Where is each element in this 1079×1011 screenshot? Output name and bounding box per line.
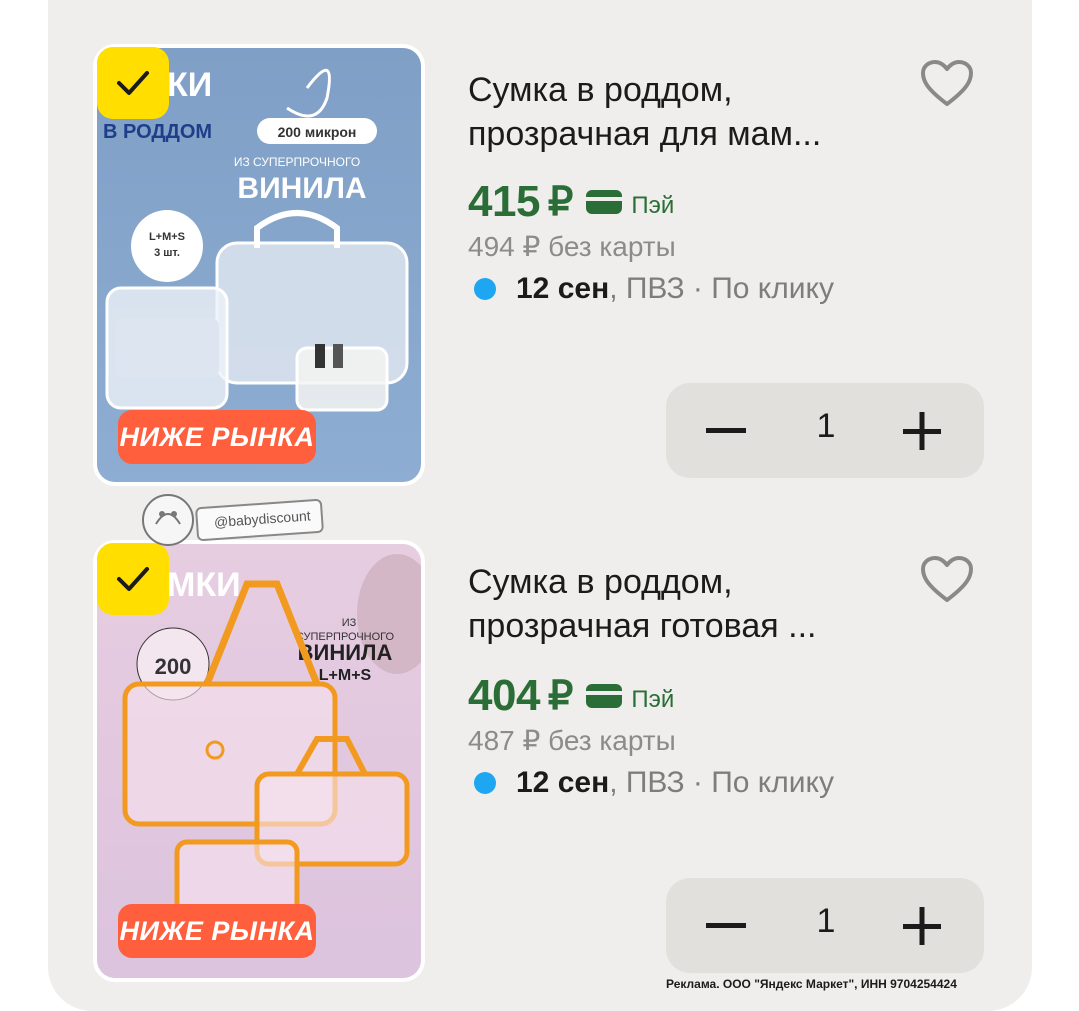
card-icon bbox=[585, 683, 623, 709]
delivery-date: 12 сен bbox=[516, 766, 610, 799]
quantity-stepper: 1 bbox=[666, 383, 984, 478]
decrease-button[interactable] bbox=[706, 413, 746, 449]
svg-text:В РОДДОМ: В РОДДОМ bbox=[103, 121, 212, 143]
price: 404 bbox=[468, 671, 540, 720]
watermark-text: @babydiscount bbox=[213, 507, 312, 531]
svg-text:200 микрон: 200 микрон bbox=[278, 124, 357, 140]
below-market-badge: НИЖЕ РЫНКА bbox=[118, 410, 316, 464]
select-checkbox[interactable] bbox=[97, 543, 169, 615]
price: 415 bbox=[468, 177, 540, 226]
below-market-badge: НИЖЕ РЫНКА bbox=[118, 904, 316, 958]
product-card: МКИ ИЗ СУПЕРПРОЧНОГО ВИНИЛА L+M+S 200 НИ… bbox=[0, 540, 1079, 1000]
minus-icon bbox=[706, 428, 746, 433]
delivery-details: , ПВЗ · По клику bbox=[609, 272, 834, 305]
quantity-stepper: 1 bbox=[666, 878, 984, 973]
card-icon bbox=[585, 189, 623, 215]
delivery-dot-icon bbox=[474, 772, 496, 794]
plus-icon bbox=[903, 412, 941, 450]
svg-text:L+M+S: L+M+S bbox=[149, 231, 185, 243]
svg-text:L+M+S: L+M+S bbox=[319, 667, 372, 684]
svg-text:МКИ: МКИ bbox=[167, 566, 241, 604]
product-title[interactable]: Сумка в роддом, прозрачная готовая ... bbox=[468, 560, 908, 648]
minus-icon bbox=[706, 923, 746, 928]
svg-text:3 шт.: 3 шт. bbox=[154, 247, 180, 259]
svg-text:ВИНИЛА: ВИНИЛА bbox=[237, 172, 366, 205]
price-row: 404 ₽ Пэй bbox=[468, 670, 674, 722]
favorite-button[interactable] bbox=[915, 56, 979, 112]
svg-text:ИЗ: ИЗ bbox=[342, 617, 357, 629]
increase-button[interactable] bbox=[902, 906, 942, 946]
decrease-button[interactable] bbox=[706, 908, 746, 944]
delivery-info: 12 сен , ПВЗ · По клику bbox=[474, 272, 834, 306]
increase-button[interactable] bbox=[902, 411, 942, 451]
product-title[interactable]: Сумка в роддом, прозрачная для мам... bbox=[468, 68, 908, 156]
price-row: 415 ₽ Пэй bbox=[468, 176, 674, 228]
old-price: 487 ₽ без карты bbox=[468, 725, 676, 756]
currency: ₽ bbox=[547, 180, 574, 224]
quantity-value: 1 bbox=[816, 407, 836, 445]
currency: ₽ bbox=[547, 674, 574, 718]
watermark: @babydiscount bbox=[140, 490, 340, 550]
svg-text:ИЗ СУПЕРПРОЧНОГО: ИЗ СУПЕРПРОЧНОГО bbox=[234, 155, 360, 169]
favorite-button[interactable] bbox=[915, 552, 979, 608]
delivery-info: 12 сен , ПВЗ · По клику bbox=[474, 766, 834, 800]
checkmark-icon bbox=[117, 567, 149, 591]
plus-icon bbox=[903, 907, 941, 945]
pay-label: Пэй bbox=[631, 686, 675, 713]
svg-text:200: 200 bbox=[155, 654, 192, 679]
svg-text:ВИНИЛА: ВИНИЛА bbox=[298, 640, 393, 665]
ad-disclaimer: Реклама. ООО "Яндекс Маркет", ИНН 970425… bbox=[666, 977, 957, 991]
heart-icon bbox=[921, 60, 973, 106]
product-card: 200 микрон ИЗ СУПЕРПРОЧНОГО ВИНИЛА КИ В … bbox=[0, 44, 1079, 504]
heart-icon bbox=[921, 556, 973, 602]
watermark-logo-icon bbox=[142, 494, 194, 546]
old-price: 494 ₽ без карты bbox=[468, 231, 676, 262]
delivery-details: , ПВЗ · По клику bbox=[609, 766, 834, 799]
checkmark-icon bbox=[117, 71, 149, 95]
delivery-date: 12 сен bbox=[516, 272, 610, 305]
select-checkbox[interactable] bbox=[97, 47, 169, 119]
pay-label: Пэй bbox=[631, 192, 675, 219]
delivery-dot-icon bbox=[474, 278, 496, 300]
quantity-value: 1 bbox=[816, 902, 836, 940]
svg-text:КИ: КИ bbox=[167, 66, 212, 104]
